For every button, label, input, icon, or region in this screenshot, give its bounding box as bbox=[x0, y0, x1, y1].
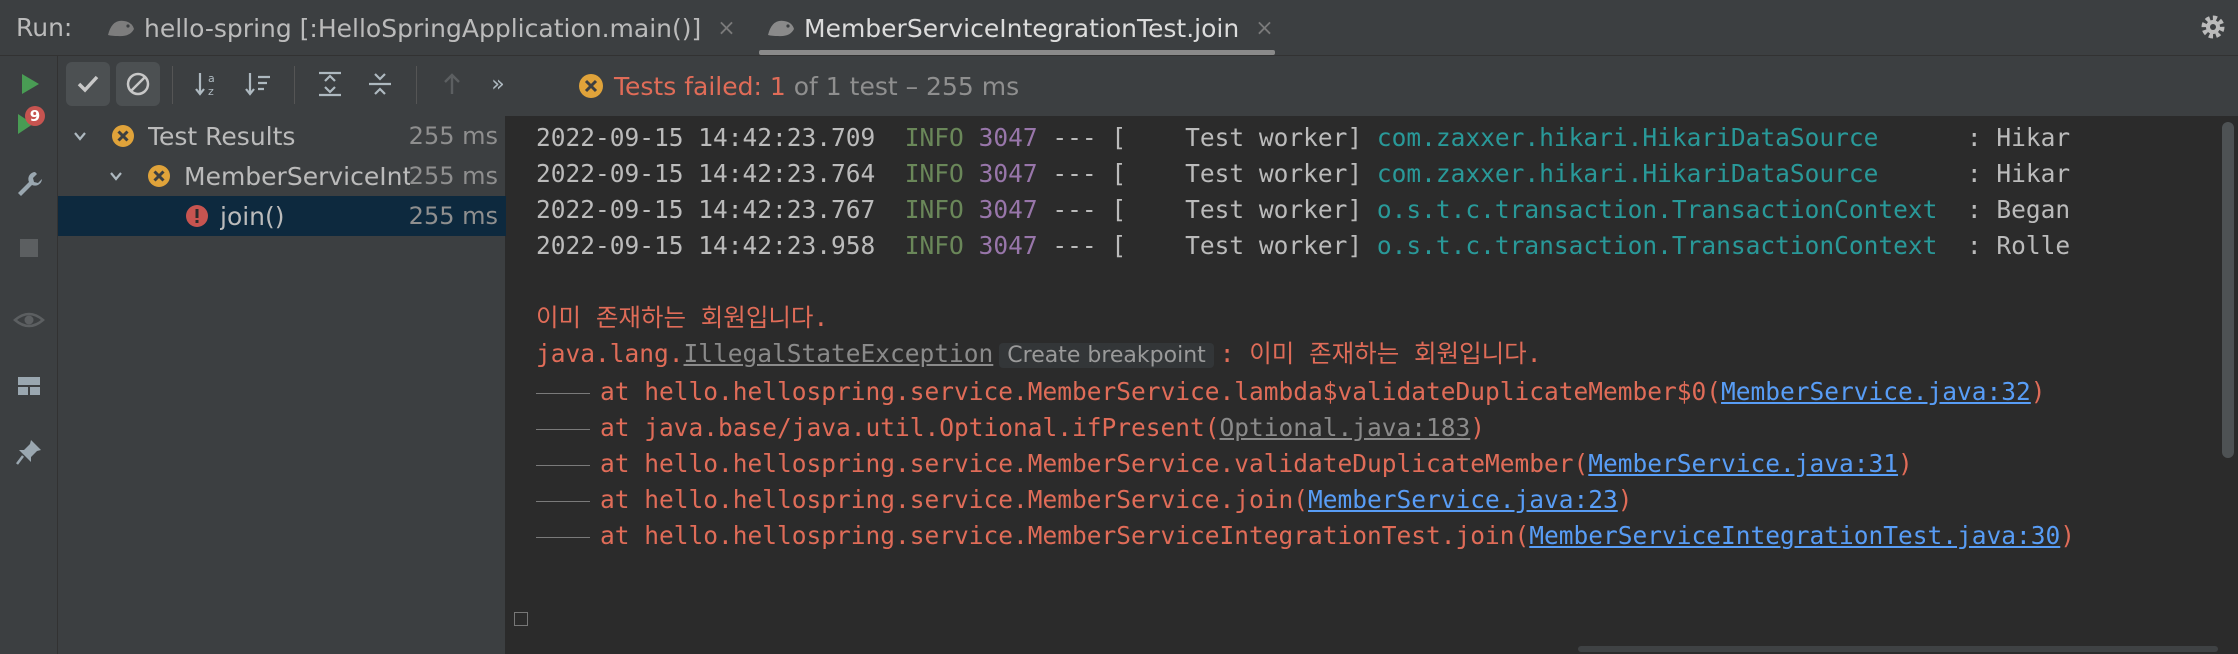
console-output[interactable]: 2022-09-15 14:42:23.709 INFO 3047 --- [ … bbox=[506, 116, 2238, 654]
toolbar-divider bbox=[172, 66, 173, 104]
source-link[interactable]: Optional.java:183 bbox=[1220, 413, 1471, 442]
tree-item-time: 255 ms bbox=[408, 122, 498, 150]
tab-label: hello-spring [:HelloSpringApplication.ma… bbox=[144, 13, 702, 43]
tree-item-test-results[interactable]: Test Results 255 ms bbox=[58, 116, 506, 156]
previous-failed-button[interactable] bbox=[430, 62, 474, 106]
stack-frame: at java.base/java.util.Optional.ifPresen… bbox=[536, 410, 1485, 446]
tab-label: MemberServiceIntegrationTest.join bbox=[804, 13, 1240, 43]
expand-all-icon bbox=[319, 71, 341, 97]
show-ignored-icon bbox=[126, 72, 150, 96]
wrench-icon[interactable] bbox=[13, 168, 45, 200]
layout-icon[interactable] bbox=[13, 370, 45, 402]
source-link[interactable]: MemberService.java:32 bbox=[1721, 377, 2031, 406]
eye-icon[interactable] bbox=[13, 304, 45, 336]
stack-frame: at hello.hellospring.service.MemberServi… bbox=[536, 518, 2075, 554]
exception-line: java.lang.IllegalStateException Create br… bbox=[536, 339, 1542, 368]
run-left-toolbar: 9 bbox=[0, 56, 58, 654]
tree-item-join[interactable]: join() 255 ms bbox=[58, 196, 506, 236]
sort-alphabetically-button[interactable]: az bbox=[186, 62, 230, 106]
active-tab-indicator bbox=[759, 50, 1275, 55]
run-label: Run: bbox=[16, 13, 73, 42]
status-failed-text: Tests failed: 1 bbox=[614, 71, 786, 101]
fold-expand-icon[interactable] bbox=[514, 612, 528, 626]
stack-frame: at hello.hellospring.service.MemberServi… bbox=[536, 374, 2046, 410]
toolbar-divider bbox=[416, 66, 417, 104]
gear-icon[interactable] bbox=[2198, 12, 2228, 42]
log-line: 2022-09-15 14:42:23.767 INFO 3047 --- [ … bbox=[536, 195, 2071, 224]
tab-hello-spring[interactable]: hello-spring [:HelloSpringApplication.ma… bbox=[106, 0, 736, 56]
tree-item-label: join() bbox=[220, 201, 285, 231]
test-error-icon bbox=[186, 205, 208, 227]
stack-frame: at hello.hellospring.service.MemberServi… bbox=[536, 482, 1633, 518]
spring-boot-icon bbox=[108, 20, 134, 37]
sort-duration-icon bbox=[245, 73, 270, 96]
chevron-down-icon[interactable] bbox=[106, 166, 126, 186]
spring-boot-icon bbox=[768, 20, 794, 37]
expand-all-button[interactable] bbox=[308, 62, 352, 106]
tree-item-time: 255 ms bbox=[408, 202, 498, 230]
show-passed-icon bbox=[77, 75, 99, 93]
collapse-all-button[interactable] bbox=[358, 62, 402, 106]
show-ignored-button[interactable] bbox=[116, 62, 160, 106]
chevron-down-icon[interactable] bbox=[70, 126, 90, 146]
tree-item-member-service-integration-test[interactable]: MemberServiceInte 255 ms bbox=[58, 156, 506, 196]
run-icon[interactable] bbox=[13, 68, 45, 100]
close-icon[interactable]: × bbox=[717, 16, 735, 41]
tree-item-time: 255 ms bbox=[408, 162, 498, 190]
pin-icon[interactable] bbox=[13, 436, 45, 468]
test-status: Tests failed: 1 of 1 test – 255 ms bbox=[576, 66, 1019, 106]
exception-link[interactable]: IllegalStateException bbox=[684, 339, 994, 368]
test-failed-icon bbox=[112, 125, 134, 147]
source-link[interactable]: MemberService.java:31 bbox=[1588, 449, 1898, 478]
sort-by-duration-button[interactable] bbox=[236, 62, 280, 106]
create-breakpoint-hint[interactable]: Create breakpoint bbox=[999, 343, 1214, 368]
status-summary-text: of 1 test – 255 ms bbox=[793, 71, 1020, 101]
horizontal-scrollbar[interactable] bbox=[1578, 646, 2218, 652]
test-failed-icon bbox=[148, 165, 170, 187]
run-tab-bar: Run: hello-spring [:HelloSpringApplicati… bbox=[0, 0, 2238, 56]
sort-alpha-icon: az bbox=[195, 72, 215, 98]
source-link[interactable]: MemberServiceIntegrationTest.java:30 bbox=[1529, 521, 2060, 550]
test-runner-toolbar: az » Tests failed: 1 of 1 test – 255 ms bbox=[58, 56, 2238, 116]
log-line: 2022-09-15 14:42:23.764 INFO 3047 --- [ … bbox=[536, 159, 2071, 188]
tree-item-label: Test Results bbox=[148, 121, 296, 151]
vertical-scrollbar[interactable] bbox=[2222, 122, 2234, 458]
svg-text:z: z bbox=[208, 85, 214, 98]
tab-member-service-integration-test[interactable]: MemberServiceIntegrationTest.join × bbox=[766, 0, 1274, 56]
collapse-all-icon bbox=[369, 73, 391, 95]
stack-frame: at hello.hellospring.service.MemberServi… bbox=[536, 446, 1913, 482]
test-failed-icon bbox=[579, 74, 603, 98]
close-icon[interactable]: × bbox=[1255, 16, 1273, 41]
more-button[interactable]: » bbox=[476, 62, 520, 106]
rerun-badge: 9 bbox=[25, 106, 45, 126]
log-line: 2022-09-15 14:42:23.958 INFO 3047 --- [ … bbox=[536, 231, 2071, 260]
toolbar-divider bbox=[294, 66, 295, 104]
svg-text:a: a bbox=[208, 72, 215, 85]
show-passed-button[interactable] bbox=[66, 62, 110, 106]
source-link[interactable]: MemberService.java:23 bbox=[1308, 485, 1618, 514]
rerun-failed-button[interactable]: 9 bbox=[13, 106, 49, 144]
error-message: 이미 존재하는 회원입니다. bbox=[536, 303, 829, 332]
test-results-tree: Test Results 255 ms MemberServiceInte 25… bbox=[58, 116, 506, 654]
log-line: 2022-09-15 14:42:23.709 INFO 3047 --- [ … bbox=[536, 123, 2071, 152]
stop-icon[interactable] bbox=[13, 232, 45, 264]
previous-failed-icon bbox=[444, 73, 460, 94]
tree-item-label: MemberServiceInte bbox=[184, 161, 410, 191]
